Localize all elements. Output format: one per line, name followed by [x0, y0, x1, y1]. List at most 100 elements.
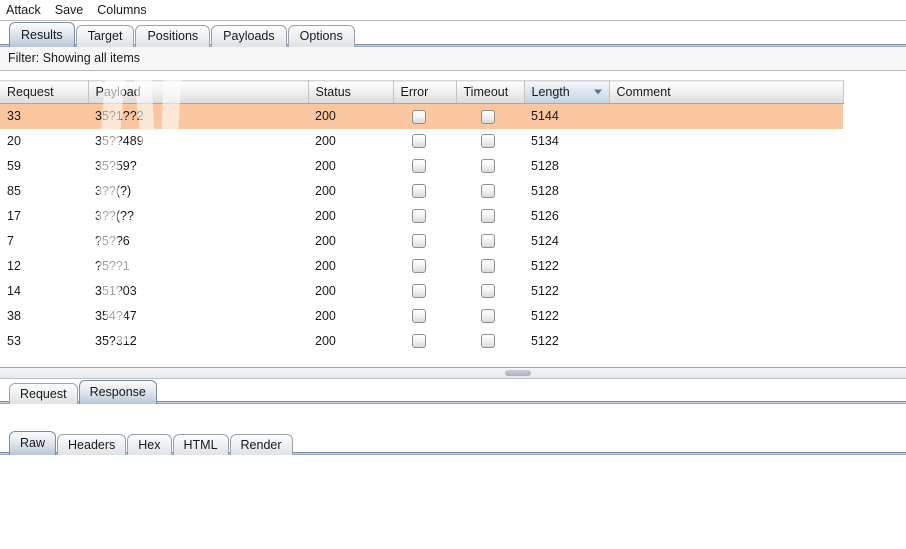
timeout-checkbox[interactable] [481, 234, 495, 249]
timeout-checkbox[interactable] [481, 159, 495, 174]
cell-payload: 35?312 [95, 334, 137, 348]
cell-error [393, 229, 456, 254]
cell-length: 5126 [531, 209, 559, 223]
tab-request-label: Request [20, 387, 67, 401]
error-checkbox[interactable] [412, 159, 426, 174]
table-header-row: Request Payload Status Error Timeout Len… [0, 80, 844, 104]
table-row[interactable]: 12 ?5??1 200 5122 [0, 254, 843, 279]
cell-payload: 35?1??2 [88, 103, 308, 129]
tab-raw-label: Raw [20, 436, 46, 450]
tab-request[interactable]: Request [9, 383, 78, 404]
splitter-grip-handle[interactable] [505, 370, 531, 376]
column-header-comment[interactable]: Comment [609, 80, 844, 104]
cell-status: 200 [315, 234, 336, 248]
tab-positions-label: Positions [147, 29, 199, 43]
timeout-checkbox[interactable] [481, 259, 495, 274]
tab-payloads[interactable]: Payloads [211, 25, 287, 47]
cell-length: 5128 [531, 159, 559, 173]
table-row[interactable]: 20 35??489 200 5134 [0, 129, 843, 154]
cell-request: 85 [7, 184, 21, 198]
timeout-checkbox[interactable] [481, 334, 495, 349]
cell-comment[interactable] [609, 229, 843, 254]
tab-render[interactable]: Render [229, 434, 293, 455]
timeout-checkbox[interactable] [481, 134, 495, 149]
cell-error [393, 204, 456, 229]
tab-hex[interactable]: Hex [127, 434, 172, 455]
tab-results[interactable]: Results [9, 22, 75, 47]
tab-results-label: Results [21, 28, 63, 42]
cell-status: 200 [308, 103, 393, 129]
cell-error [393, 329, 456, 354]
tab-target[interactable]: Target [75, 25, 135, 47]
error-checkbox[interactable] [412, 109, 426, 124]
table-row[interactable]: 38 354?47 200 5122 [0, 304, 843, 329]
table-row[interactable]: 33 35?1??2 200 5144 [0, 103, 843, 129]
filter-bar[interactable]: Filter: Showing all items [0, 47, 906, 71]
cell-status: 200 [315, 334, 336, 348]
cell-request: 17 [7, 209, 21, 223]
menu-item-attack[interactable]: Attack [6, 0, 49, 20]
timeout-checkbox[interactable] [481, 309, 495, 324]
error-checkbox[interactable] [412, 334, 426, 349]
cell-error [393, 279, 456, 304]
table-row[interactable]: 7 ?5??6 200 5124 [0, 229, 843, 254]
column-header-length[interactable]: Length [524, 80, 610, 104]
tab-headers[interactable]: Headers [57, 434, 127, 455]
column-header-error[interactable]: Error [393, 80, 457, 104]
cell-request: 12 [7, 259, 21, 273]
cell-comment[interactable] [609, 304, 843, 329]
response-body-area [0, 455, 906, 485]
tab-raw[interactable]: Raw [9, 431, 57, 455]
column-header-request[interactable]: Request [0, 80, 89, 104]
cell-status: 200 [315, 259, 336, 273]
tab-options[interactable]: Options [287, 25, 355, 47]
cell-comment[interactable] [609, 329, 843, 354]
error-checkbox[interactable] [412, 134, 426, 149]
error-checkbox[interactable] [412, 309, 426, 324]
tab-options-label: Options [299, 29, 343, 43]
error-checkbox[interactable] [412, 184, 426, 199]
timeout-checkbox[interactable] [481, 184, 495, 199]
timeout-checkbox[interactable] [481, 209, 495, 224]
table-row[interactable]: 85 3??(?) 200 5128 [0, 179, 843, 204]
cell-status: 200 [315, 209, 336, 223]
menu-item-save[interactable]: Save [55, 0, 92, 20]
cell-error [393, 254, 456, 279]
cell-timeout [456, 279, 524, 304]
cell-comment[interactable] [609, 154, 843, 179]
table-row[interactable]: 53 35?312 200 5122 [0, 329, 843, 354]
cell-timeout [456, 154, 524, 179]
timeout-checkbox[interactable] [481, 109, 495, 124]
cell-payload: ?5??1 [95, 259, 130, 273]
error-checkbox[interactable] [412, 234, 426, 249]
tab-html[interactable]: HTML [172, 434, 229, 455]
table-row[interactable]: 59 35?59? 200 5128 [0, 154, 843, 179]
table-row[interactable]: 17 3??(?? 200 5126 [0, 204, 843, 229]
tab-positions[interactable]: Positions [135, 25, 211, 47]
cell-comment[interactable] [609, 179, 843, 204]
timeout-checkbox[interactable] [481, 284, 495, 299]
horizontal-splitter[interactable] [0, 367, 906, 379]
cell-comment[interactable] [609, 129, 843, 154]
error-checkbox[interactable] [412, 209, 426, 224]
cell-comment[interactable] [609, 204, 843, 229]
cell-comment[interactable] [609, 254, 843, 279]
cell-request: 59 [7, 159, 21, 173]
cell-comment[interactable] [609, 103, 843, 129]
column-header-timeout[interactable]: Timeout [456, 80, 525, 104]
table-row[interactable]: 14 351?03 200 5122 [0, 279, 843, 304]
error-checkbox[interactable] [412, 284, 426, 299]
cell-payload: 354?47 [95, 309, 137, 323]
cell-timeout [456, 179, 524, 204]
column-header-status[interactable]: Status [308, 80, 394, 104]
cell-length: 5124 [531, 234, 559, 248]
tab-render-label: Render [240, 438, 282, 452]
column-header-payload[interactable]: Payload [88, 80, 309, 104]
tab-response[interactable]: Response [78, 380, 157, 404]
column-header-payload-label: Payload [95, 85, 141, 99]
sort-descending-icon [593, 89, 602, 95]
cell-request: 14 [7, 284, 21, 298]
error-checkbox[interactable] [412, 259, 426, 274]
cell-comment[interactable] [609, 279, 843, 304]
menu-item-columns[interactable]: Columns [97, 0, 154, 20]
